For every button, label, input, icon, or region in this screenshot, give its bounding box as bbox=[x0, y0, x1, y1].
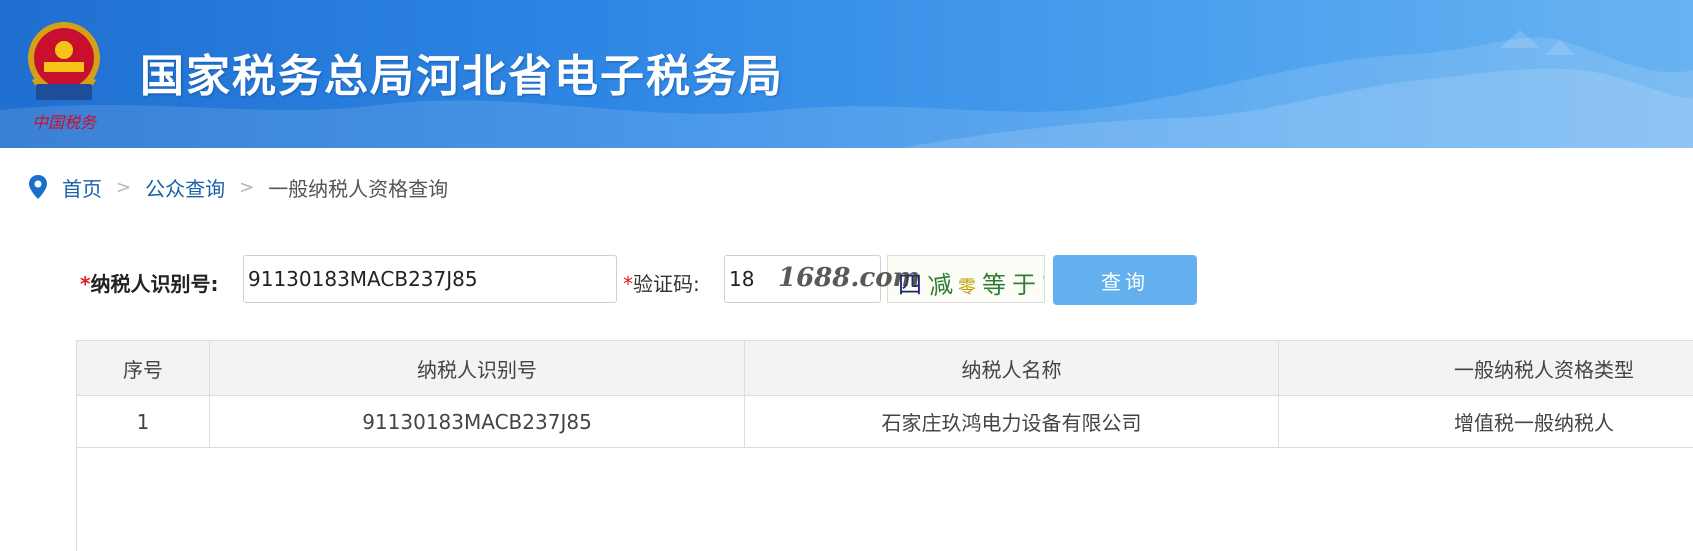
taxid-input[interactable] bbox=[243, 255, 617, 303]
breadcrumb-separator: > bbox=[116, 176, 132, 198]
cell-qualification-type: 增值税一般纳税人 bbox=[1454, 411, 1614, 435]
cell-taxid: 91130183MACB237J85 bbox=[210, 396, 745, 447]
cell-index: 1 bbox=[77, 396, 210, 447]
captcha-image[interactable]: 四减零等于? bbox=[887, 255, 1045, 303]
results-table: 序号 纳税人识别号 纳税人名称 一般纳税人资格类型 1 91130183MACB… bbox=[76, 340, 1693, 551]
column-header-index: 序号 bbox=[77, 341, 210, 395]
table-header-row: 序号 纳税人识别号 纳税人名称 一般纳税人资格类型 bbox=[77, 341, 1693, 396]
taxid-label: *纳税人识别号: bbox=[80, 272, 219, 296]
required-mark: * bbox=[80, 272, 91, 296]
breadcrumb-public-query-link[interactable]: 公众查询 bbox=[145, 173, 225, 202]
cell-name: 石家庄玖鸿电力设备有限公司 bbox=[745, 396, 1279, 447]
column-header-name: 纳税人名称 bbox=[745, 341, 1279, 395]
site-title: 国家税务总局河北省电子税务局 bbox=[140, 51, 784, 102]
query-button[interactable]: 查询 bbox=[1053, 255, 1197, 305]
column-header-qualification-type: 一般纳税人资格类型 bbox=[1454, 357, 1634, 382]
site-header: 中国税务 国家税务总局河北省电子税务局 bbox=[0, 0, 1693, 148]
table-row: 1 91130183MACB237J85 石家庄玖鸿电力设备有限公司 增值税一般… bbox=[77, 396, 1693, 448]
captcha-label: *验证码: bbox=[623, 272, 700, 296]
breadcrumb-home-link[interactable]: 首页 bbox=[62, 173, 102, 202]
tax-emblem-icon: 中国税务 bbox=[28, 22, 100, 132]
breadcrumb-current: 一般纳税人资格查询 bbox=[268, 176, 449, 201]
svg-text:中国税务: 中国税务 bbox=[32, 113, 98, 132]
required-mark: * bbox=[623, 272, 633, 296]
captcha-image-text: 四减零等于? bbox=[898, 269, 1044, 301]
column-header-taxid: 纳税人识别号 bbox=[210, 341, 745, 395]
breadcrumb-separator: > bbox=[239, 176, 255, 198]
location-pin-icon bbox=[29, 175, 47, 199]
breadcrumb: 首页 > 公众查询 > 一般纳税人资格查询 bbox=[28, 172, 448, 202]
captcha-input[interactable] bbox=[724, 255, 881, 303]
